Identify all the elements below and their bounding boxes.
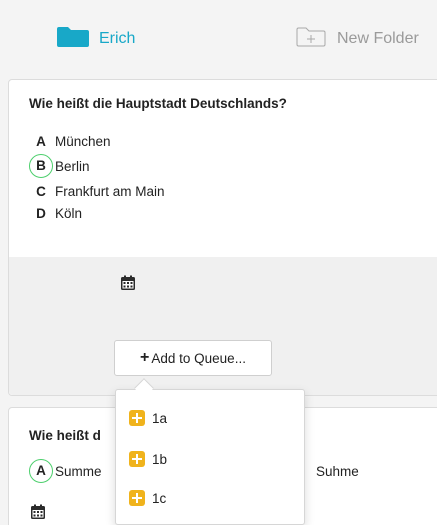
new-folder-button[interactable]: New Folder [296,27,419,52]
calendar-icon[interactable] [30,504,46,520]
add-queue-plus-icon [129,490,145,506]
folder-bar: Erich New Folder [0,0,437,74]
add-to-queue-button[interactable]: + Add to Queue... [114,340,272,376]
answer-item: D Köln [29,203,165,223]
answer-letter: C [36,183,46,199]
answer-text: Suhme [316,464,359,479]
queue-option-1c[interactable]: 1c [129,488,166,508]
add-queue-plus-icon [129,451,145,467]
new-folder-icon [296,27,326,52]
queue-option-label: 1a [152,410,168,426]
answer-text: München [55,133,111,149]
answer-letter: A [29,459,53,483]
new-folder-label: New Folder [337,30,419,47]
answer-item: A München [29,131,165,151]
question-card: Wie heißt die Hauptstadt Deutschlands? A… [8,79,437,396]
queue-dropdown: 1a 1b 1c [115,389,305,525]
answer-item-correct: A Summe [29,458,102,484]
queue-option-label: 1b [152,451,168,467]
answer-list: A Summe [29,458,102,486]
add-queue-plus-icon [129,410,145,426]
answer-text: Berlin [55,158,90,174]
answer-letter: A [36,133,46,149]
answer-letter: D [36,205,46,221]
answer-text: Frankfurt am Main [55,183,165,199]
plus-icon: + [140,349,150,366]
answer-letter: B [29,154,53,178]
answer-list: A München B Berlin C Frankfurt am Main D… [29,131,165,225]
answer-item-correct: B Berlin [29,153,165,179]
add-to-queue-label: Add to Queue... [151,350,246,366]
answer-item: C Frankfurt am Main [29,181,165,201]
app-root: Erich New Folder Wie heißt die Hauptstad… [0,0,437,525]
question-title: Wie heißt d [29,428,101,443]
queue-option-1a[interactable]: 1a [129,408,167,428]
answer-text: Summe [55,463,102,479]
question-title: Wie heißt die Hauptstadt Deutschlands? [29,96,287,111]
calendar-icon[interactable] [120,275,136,291]
folder-label: Erich [99,30,136,47]
queue-option-label: 1c [152,490,167,506]
queue-option-1b[interactable]: 1b [129,449,167,469]
answer-text: Köln [55,205,83,221]
folder-icon [57,26,89,52]
folder-erich[interactable]: Erich [57,26,136,52]
